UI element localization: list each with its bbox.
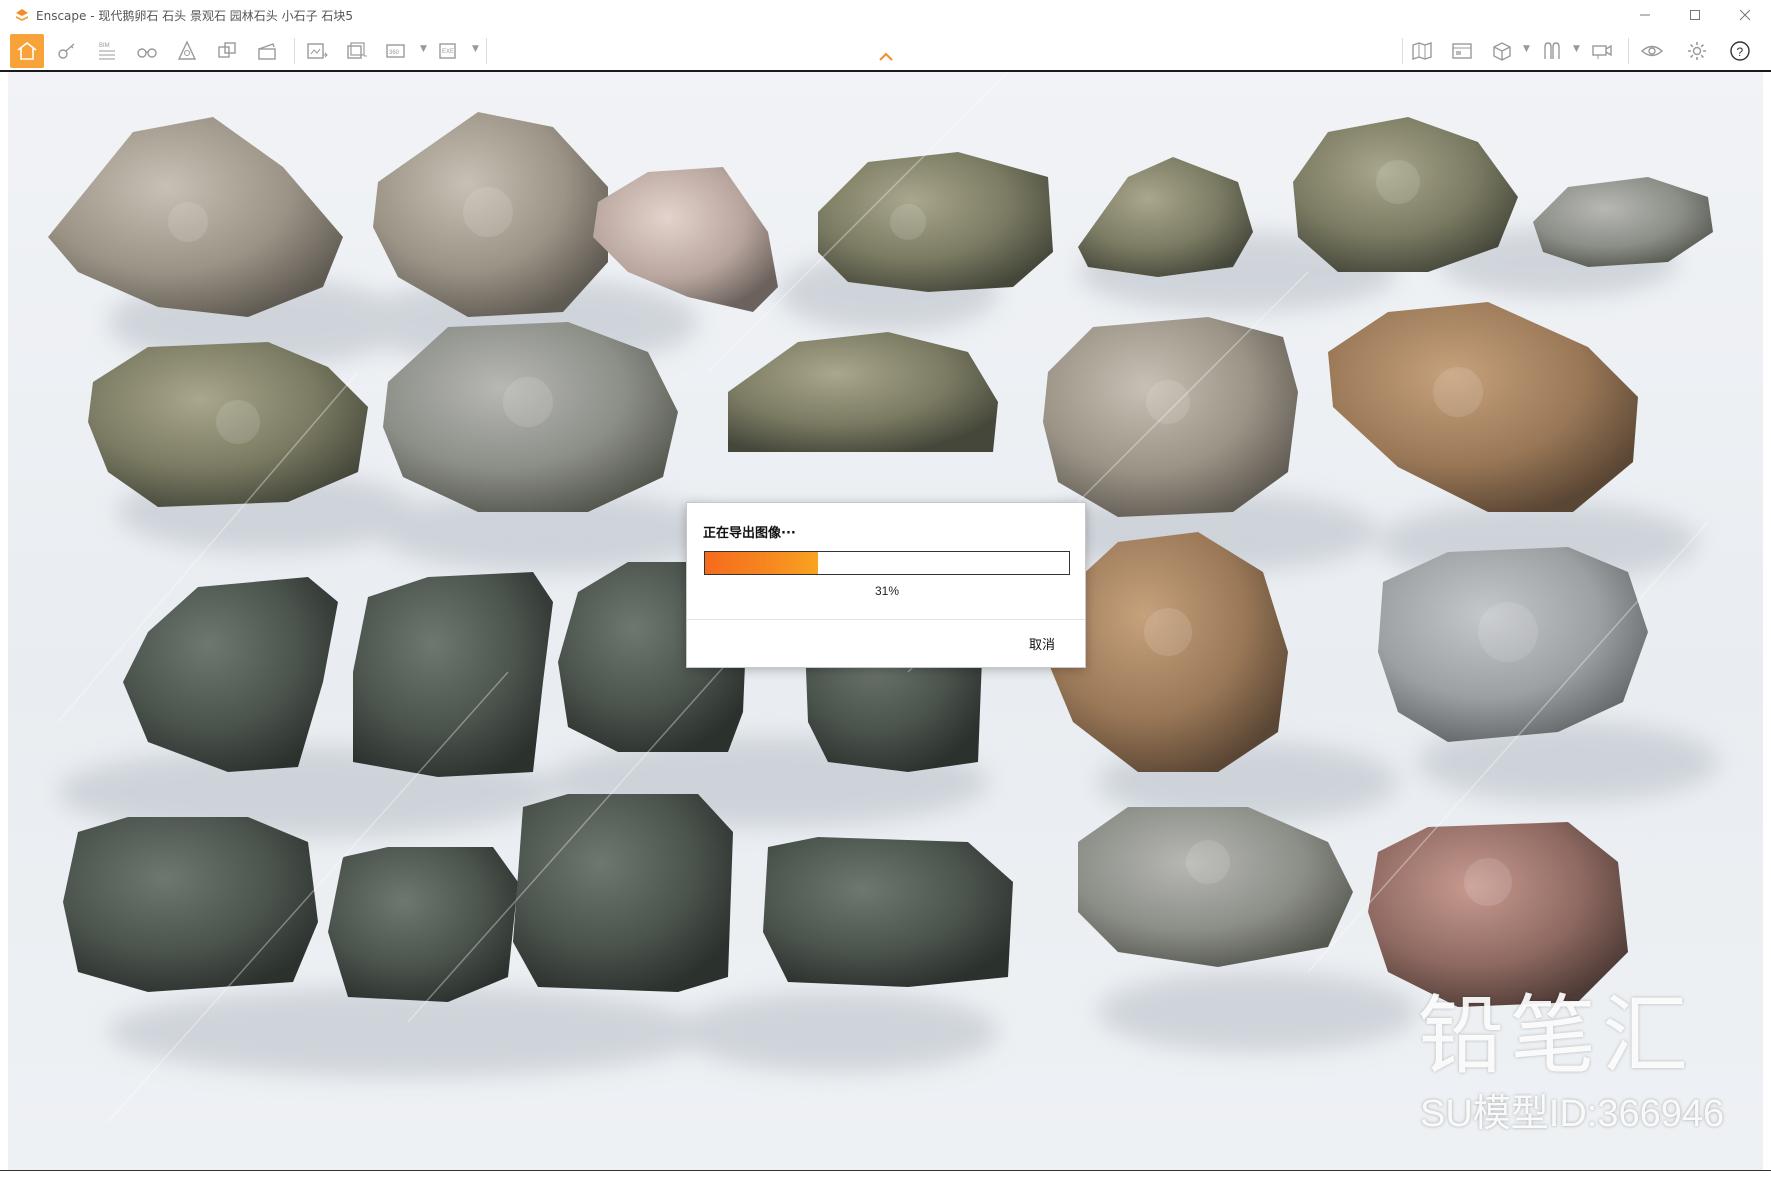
asset-icon bbox=[177, 40, 197, 60]
svg-text:EXE: EXE bbox=[442, 49, 454, 55]
rock bbox=[1078, 807, 1353, 967]
toolbar-separator bbox=[1628, 38, 1629, 64]
panorama-button[interactable]: 360 bbox=[380, 34, 414, 68]
progress-percent: 31% bbox=[874, 584, 900, 598]
rock bbox=[63, 817, 318, 992]
view-button[interactable] bbox=[130, 34, 164, 68]
map-icon bbox=[1412, 42, 1432, 60]
gear-icon bbox=[1688, 42, 1706, 60]
panorama-dropdown-icon[interactable]: ▼ bbox=[420, 44, 427, 54]
maximize-button[interactable] bbox=[1675, 4, 1715, 26]
svg-text:360: 360 bbox=[389, 50, 400, 56]
minimize-button[interactable] bbox=[1625, 4, 1665, 26]
render-image-button[interactable] bbox=[300, 34, 334, 68]
help-button[interactable]: ? bbox=[1723, 34, 1757, 68]
toolbar-separator bbox=[294, 38, 295, 64]
cube-stack-icon bbox=[218, 42, 236, 58]
clapper-button[interactable] bbox=[250, 34, 284, 68]
rock bbox=[1078, 157, 1253, 277]
rock bbox=[353, 572, 553, 777]
cancel-button[interactable]: 取消 bbox=[1017, 631, 1067, 655]
columns-dropdown-icon[interactable]: ▼ bbox=[1573, 44, 1580, 54]
binoculars-icon bbox=[137, 48, 157, 58]
export-progress-bar bbox=[704, 551, 1070, 575]
box-icon bbox=[1493, 42, 1511, 61]
eye-icon bbox=[1640, 45, 1664, 57]
navigation-button[interactable] bbox=[50, 34, 84, 68]
svg-text:BIM: BIM bbox=[99, 43, 110, 49]
rock bbox=[1533, 177, 1713, 267]
key-icon bbox=[58, 43, 75, 59]
export-exe-icon: EXE bbox=[439, 43, 456, 59]
batch-render-button[interactable] bbox=[340, 34, 374, 68]
minimize-icon bbox=[1640, 14, 1650, 16]
watermark-brand: 铅笔汇 bbox=[1418, 986, 1694, 1086]
svg-text:?: ? bbox=[1737, 45, 1744, 59]
materials-button[interactable] bbox=[210, 34, 244, 68]
gallery-icon bbox=[1452, 43, 1472, 59]
home-button[interactable] bbox=[10, 34, 44, 68]
rock bbox=[1328, 302, 1638, 512]
export-exe-button[interactable]: EXE bbox=[432, 34, 466, 68]
box-button[interactable] bbox=[1485, 34, 1519, 68]
close-button[interactable] bbox=[1725, 4, 1765, 26]
rock bbox=[513, 794, 733, 992]
box-dropdown-icon[interactable]: ▼ bbox=[1523, 44, 1530, 54]
watermark-model-id: SU模型ID:366946 bbox=[1420, 1093, 1725, 1135]
columns-icon bbox=[1544, 42, 1560, 59]
clapper-icon bbox=[258, 43, 276, 60]
panorama-icon: 360 bbox=[386, 44, 405, 58]
close-icon bbox=[1739, 9, 1751, 21]
toolbar-separator bbox=[1402, 38, 1403, 64]
visual-settings-button[interactable] bbox=[1635, 34, 1669, 68]
dialog-title: 正在导出图像··· bbox=[703, 526, 796, 541]
window-title: Enscape - 现代鹅卵石 石头 景观石 园林石头 小石子 石块5 bbox=[36, 9, 354, 23]
assets-button[interactable] bbox=[170, 34, 204, 68]
dialog-divider bbox=[687, 619, 1085, 620]
batch-render-icon bbox=[347, 42, 367, 59]
collapse-toolbar-chevron-icon[interactable] bbox=[877, 50, 895, 64]
rock bbox=[818, 152, 1053, 292]
settings-button[interactable] bbox=[1680, 34, 1714, 68]
export-progress-dialog: 正在导出图像··· 31% 取消 bbox=[686, 502, 1086, 668]
window-bottom-edge bbox=[0, 1170, 1771, 1179]
rock bbox=[123, 577, 338, 772]
rock bbox=[328, 847, 518, 1002]
rock bbox=[728, 332, 998, 452]
render-image-icon bbox=[307, 43, 328, 59]
columns-button[interactable] bbox=[1535, 34, 1569, 68]
views-button[interactable] bbox=[1445, 34, 1479, 68]
rock bbox=[763, 837, 1013, 987]
help-icon: ? bbox=[1730, 41, 1750, 61]
bim-button[interactable]: BIM bbox=[90, 34, 124, 68]
title-bar[interactable]: Enscape - 现代鹅卵石 石头 景观石 园林石头 小石子 石块5 bbox=[0, 0, 1771, 30]
enscape-logo-icon bbox=[16, 9, 28, 21]
maximize-icon bbox=[1690, 10, 1700, 20]
export-dropdown-icon[interactable]: ▼ bbox=[472, 44, 479, 54]
collab-icon bbox=[1592, 44, 1612, 59]
map-button[interactable] bbox=[1405, 34, 1439, 68]
collaboration-button[interactable] bbox=[1585, 34, 1619, 68]
enscape-window: Enscape - 现代鹅卵石 石头 景观石 园林石头 小石子 石块5 BIM bbox=[0, 0, 1771, 1179]
home-icon bbox=[17, 41, 37, 60]
toolbar-separator bbox=[486, 38, 487, 64]
export-progress-fill bbox=[705, 552, 818, 574]
bim-icon: BIM bbox=[99, 43, 115, 60]
